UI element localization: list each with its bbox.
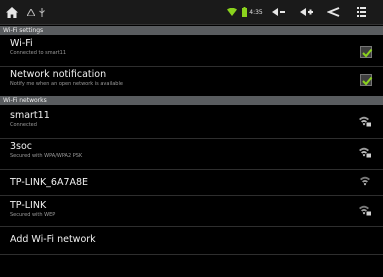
- network-item-3soc[interactable]: 3soc Secured with WPA/WPA2 PSK: [0, 141, 383, 169]
- wifi-open-icon: [360, 176, 370, 186]
- home-icon[interactable]: [5, 0, 19, 24]
- network-status: Connected: [10, 122, 37, 128]
- clock: 4:35: [249, 8, 263, 16]
- add-wifi-network-label: Add Wi-Fi network: [10, 234, 96, 245]
- menu-icon[interactable]: [354, 0, 368, 24]
- divider: [0, 254, 383, 255]
- wifi-locked-icon: [359, 147, 371, 158]
- usb-icon: [37, 0, 47, 24]
- network-item-tp-link-6a7a8e[interactable]: TP-LINK_6A7A8E: [0, 177, 383, 197]
- divider: [0, 138, 383, 139]
- network-name: smart11: [10, 110, 50, 121]
- checkmark-icon: [362, 76, 373, 86]
- status-bar: 4:35: [0, 0, 383, 25]
- volume-up-icon[interactable]: [298, 0, 316, 24]
- battery-icon: [240, 0, 248, 24]
- wifi-locked-icon: [359, 116, 371, 127]
- network-name: TP-LINK: [10, 200, 47, 211]
- add-wifi-network-button[interactable]: Add Wi-Fi network: [0, 234, 383, 254]
- network-status: Secured with WEP: [10, 212, 56, 218]
- section-header-wifi-networks: Wi-Fi networks: [0, 96, 383, 105]
- divider: [0, 195, 383, 196]
- volume-down-icon[interactable]: [270, 0, 288, 24]
- network-notification-row[interactable]: Network notification Notify me when an o…: [0, 69, 383, 94]
- network-status: Secured with WPA/WPA2 PSK: [10, 153, 83, 159]
- wifi-locked-icon: [359, 205, 371, 216]
- wifi-signal-icon: [226, 0, 238, 24]
- checkmark-icon: [362, 48, 373, 58]
- wifi-summary: Connected to smart11: [10, 50, 67, 56]
- network-notification-summary: Notify me when an open network is availa…: [10, 81, 123, 87]
- network-item-smart11[interactable]: smart11 Connected: [0, 110, 383, 138]
- notification-icon: [25, 0, 37, 24]
- wifi-title: Wi-Fi: [10, 38, 33, 49]
- network-item-tp-link[interactable]: TP-LINK Secured with WEP: [0, 200, 383, 226]
- back-icon[interactable]: [325, 0, 341, 24]
- network-notification-checkbox[interactable]: [360, 74, 373, 86]
- wifi-checkbox[interactable]: [360, 46, 373, 58]
- wifi-toggle-row[interactable]: Wi-Fi Connected to smart11: [0, 38, 383, 66]
- section-header-wifi-settings: Wi-Fi settings: [0, 26, 383, 35]
- network-notification-title: Network notification: [10, 69, 107, 80]
- divider: [0, 169, 383, 170]
- network-name: 3soc: [10, 141, 33, 152]
- divider: [0, 226, 383, 227]
- network-name: TP-LINK_6A7A8E: [10, 177, 89, 188]
- divider: [0, 66, 383, 67]
